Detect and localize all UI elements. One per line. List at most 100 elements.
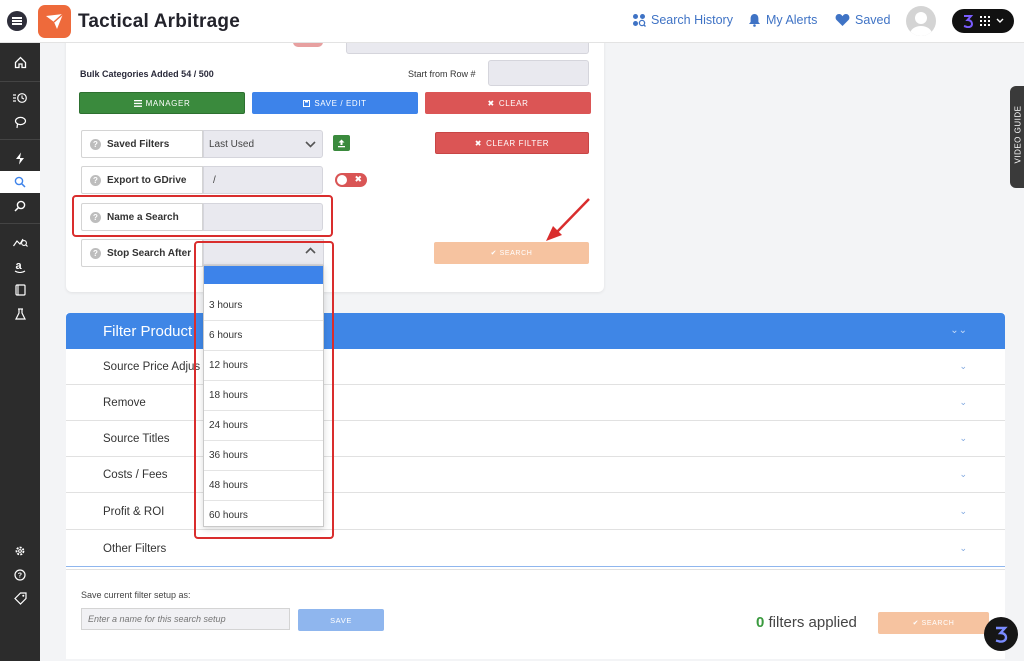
nav-search-history-label: Search History <box>651 13 733 27</box>
nav-search-history[interactable]: Search History <box>632 13 733 27</box>
highlight-stop-search-dropdown <box>194 241 334 539</box>
clear-label: CLEAR <box>498 98 529 108</box>
export-label-box: ? Export to GDrive <box>81 166 203 194</box>
sidebar-item-labs[interactable] <box>0 303 40 325</box>
filter-products-title: Filter Product <box>103 322 193 340</box>
saved-filters-select[interactable]: Last Used <box>203 130 323 158</box>
chevron-down-icon: ⌄ <box>959 397 967 407</box>
sidebar-item-library[interactable] <box>0 279 40 301</box>
check-icon: ✔ <box>490 250 500 257</box>
search-top-label: SEARCH <box>499 249 533 257</box>
nav-saved-label: Saved <box>855 13 891 27</box>
logo-icon <box>46 13 64 29</box>
highlight-name-search <box>72 195 333 237</box>
sidebar-item-tags[interactable] <box>0 587 40 609</box>
book-icon <box>14 284 26 296</box>
brand-3-icon <box>995 626 1008 643</box>
accordion-row-label: Costs / Fees <box>103 468 168 481</box>
help-icon[interactable]: ? <box>90 138 101 150</box>
search-bottom-label: SEARCH <box>921 619 955 627</box>
help-circle-icon: ? <box>14 569 26 581</box>
save-edit-label: SAVE / EDIT <box>314 98 367 108</box>
save-edit-button[interactable]: SAVE / EDIT <box>252 92 418 114</box>
upload-icon <box>338 139 345 147</box>
app-switcher-button[interactable] <box>952 9 1014 33</box>
heart-icon <box>835 14 850 26</box>
nav-my-alerts-label: My Alerts <box>766 13 818 27</box>
export-toggle[interactable]: ✖ <box>335 173 367 187</box>
nav-saved[interactable]: Saved <box>835 13 890 27</box>
filters-count: 0 <box>756 614 765 631</box>
chevron-down-icon: ⌄ <box>959 543 967 553</box>
app-title: Tactical Arbitrage <box>78 11 240 32</box>
top-bar: Tactical Arbitrage Search History My Ale… <box>0 0 1024 43</box>
close-icon: ✖ <box>354 174 362 184</box>
export-path-value: / <box>213 174 216 186</box>
sidebar-item-history[interactable] <box>0 87 40 109</box>
sidebar-item-settings[interactable] <box>0 540 40 562</box>
video-guide-label: VIDEO GUIDE <box>1013 105 1023 164</box>
search-icon <box>14 176 26 188</box>
saved-filters-value: Last Used <box>209 138 255 150</box>
clear-button[interactable]: ✖ CLEAR <box>425 92 591 114</box>
flask-icon <box>14 308 26 320</box>
list-icon <box>133 99 142 107</box>
sidebar-item-reverse-search[interactable] <box>0 195 40 217</box>
start-row-label: Start from Row # <box>408 69 476 79</box>
video-guide-tab[interactable]: VIDEO GUIDE <box>1010 86 1024 188</box>
accordion-row-label: Source Titles <box>103 432 170 445</box>
search-history-icon <box>633 14 646 27</box>
save-setup-button[interactable]: SAVE <box>298 609 384 631</box>
clear-filter-button[interactable]: ✖ CLEAR FILTER <box>435 132 589 154</box>
accordion-row-label: Profit & ROI <box>103 505 165 518</box>
logo[interactable] <box>38 5 71 38</box>
manager-button[interactable]: MANAGER <box>79 92 245 114</box>
left-sidebar: a ? <box>0 43 40 661</box>
lightning-icon <box>16 152 24 164</box>
chevron-down-icon: ⌄ <box>959 506 967 516</box>
menu-icon[interactable] <box>7 11 27 31</box>
accordion-row-label: Other Filters <box>103 542 167 555</box>
sidebar-item-flash[interactable] <box>0 147 40 169</box>
search-button-bottom[interactable]: ✔ SEARCH <box>878 612 989 634</box>
help-icon[interactable]: ? <box>90 174 101 186</box>
chevron-down-icon <box>996 18 1004 23</box>
upload-filter-button[interactable] <box>333 135 350 151</box>
sidebar-item-home[interactable] <box>0 51 40 73</box>
filters-applied-label: filters applied <box>768 614 857 631</box>
stop-search-label-box: ? Stop Search After <box>81 239 203 267</box>
saved-filters-label: Saved Filters <box>107 138 170 150</box>
save-icon <box>303 99 311 107</box>
search-button-top[interactable]: ✔ SEARCH <box>434 242 589 264</box>
lasso-icon <box>14 116 26 128</box>
sidebar-item-amazon[interactable]: a <box>0 255 40 277</box>
sidebar-item-help[interactable]: ? <box>0 564 40 586</box>
start-row-input[interactable] <box>488 60 589 86</box>
amazon-icon: a <box>14 260 26 273</box>
stop-search-label: Stop Search After <box>107 247 192 259</box>
export-path-input[interactable]: / <box>203 166 323 194</box>
help-icon[interactable]: ? <box>90 247 101 259</box>
check-icon: ✔ <box>912 620 922 627</box>
avatar[interactable] <box>906 6 936 36</box>
nav-my-alerts[interactable]: My Alerts <box>748 13 817 27</box>
double-chevron-down-icon: ⌄⌄ <box>950 325 967 336</box>
bulk-categories-label: Bulk Categories Added 54 / 500 <box>80 69 214 79</box>
bell-icon <box>749 14 760 27</box>
sidebar-item-search[interactable] <box>0 171 40 193</box>
chart-search-icon <box>12 238 28 247</box>
filters-applied-text: 0 filters applied <box>756 614 857 631</box>
accordion-row-label: Source Price Adjus <box>103 360 201 373</box>
save-setup-label: Save current filter setup as: <box>81 590 191 600</box>
chevron-down-icon: ⌄ <box>959 361 967 371</box>
clear-filter-label: CLEAR FILTER <box>486 138 550 148</box>
chat-widget-button[interactable] <box>984 617 1018 651</box>
sidebar-item-loop[interactable] <box>0 111 40 133</box>
gear-icon <box>15 546 25 556</box>
chevron-down-icon: ⌄ <box>959 433 967 443</box>
save-setup-input[interactable] <box>81 608 290 630</box>
sidebar-item-analytics[interactable] <box>0 231 40 253</box>
grid-icon <box>980 16 990 26</box>
brand-3-icon <box>963 15 974 28</box>
chevron-down-icon <box>305 141 316 148</box>
